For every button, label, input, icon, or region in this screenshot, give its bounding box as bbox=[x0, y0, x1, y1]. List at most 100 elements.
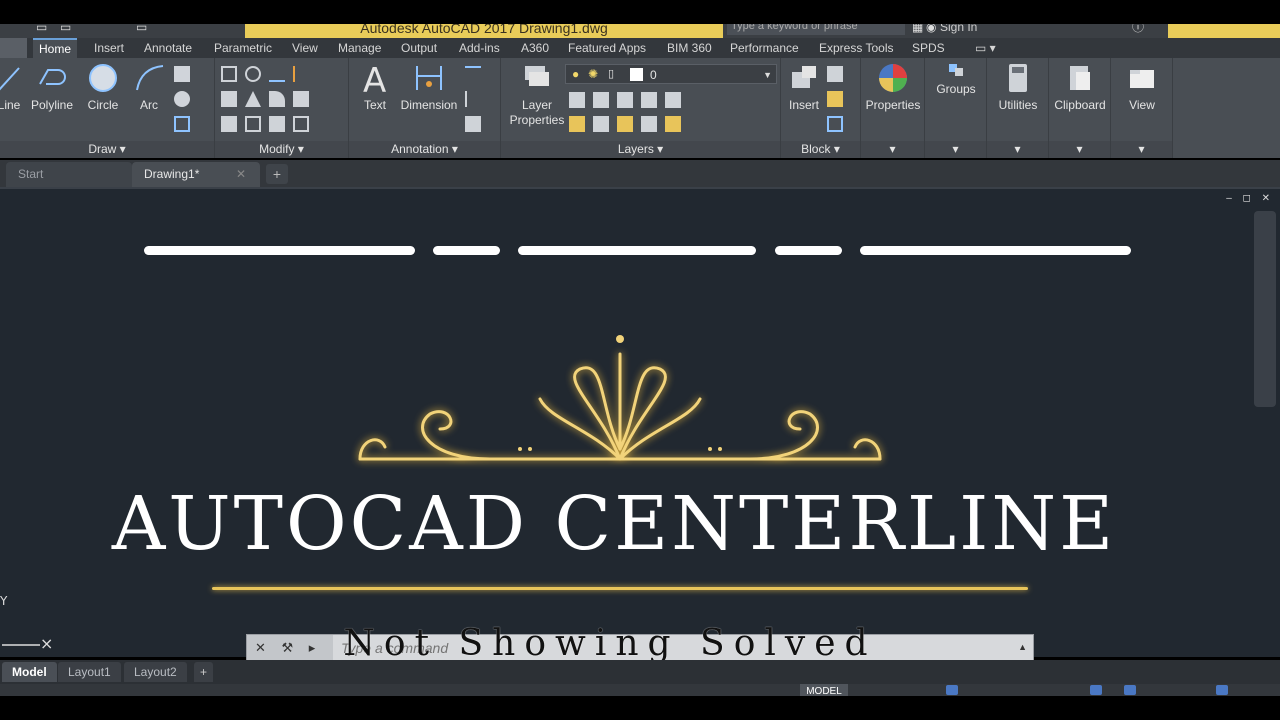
tab-layout1[interactable]: Layout1 bbox=[58, 662, 121, 682]
tab-parametric[interactable]: Parametric bbox=[214, 38, 272, 58]
tab-model[interactable]: Model bbox=[2, 662, 57, 682]
binoculars-icon[interactable]: ▦ bbox=[912, 24, 923, 33]
tab-output[interactable]: Output bbox=[401, 38, 437, 58]
layer-tool-2-icon[interactable] bbox=[593, 92, 609, 108]
drawing-canvas[interactable]: – ◻ ✕ AUTOCAD CENTERLINE Y × bbox=[0, 187, 1280, 657]
arc-button[interactable]: Arc bbox=[130, 62, 168, 113]
workspace-icon[interactable] bbox=[1124, 685, 1136, 695]
stretch-icon[interactable] bbox=[221, 116, 237, 132]
groups-button[interactable]: Groups bbox=[925, 62, 987, 97]
layers-panel-footer[interactable]: Layers ▾ bbox=[501, 141, 780, 158]
tab-a360[interactable]: A360 bbox=[521, 38, 549, 58]
layer-tool-1-icon[interactable] bbox=[569, 92, 585, 108]
tab-manage[interactable]: Manage bbox=[338, 38, 381, 58]
rectangle-icon[interactable] bbox=[174, 66, 190, 82]
copy-icon[interactable] bbox=[221, 91, 237, 107]
array-icon[interactable] bbox=[269, 116, 285, 132]
leader-icon[interactable] bbox=[465, 91, 481, 107]
block-panel-footer[interactable]: Block ▾ bbox=[781, 141, 860, 158]
offset-icon[interactable] bbox=[293, 116, 309, 132]
tab-view[interactable]: View bbox=[292, 38, 318, 58]
groups-label: Groups bbox=[936, 82, 976, 96]
quick-access-open-icon[interactable]: ▭ bbox=[60, 24, 71, 33]
explode-icon[interactable] bbox=[293, 91, 309, 107]
clipboard-button[interactable]: Clipboard bbox=[1049, 62, 1111, 113]
rotate-icon[interactable] bbox=[245, 66, 261, 82]
sign-in-link[interactable]: Sign In bbox=[940, 24, 977, 33]
dimension-button[interactable]: Dimension bbox=[399, 62, 459, 113]
tab-express-tools[interactable]: Express Tools bbox=[819, 38, 893, 58]
quick-access-save-icon[interactable]: ▭ bbox=[136, 24, 147, 33]
view-button[interactable]: View bbox=[1111, 62, 1173, 113]
ribbon-minimize-icon[interactable]: ▭ ▾ bbox=[975, 38, 996, 58]
help-icon[interactable]: ⓘ bbox=[1132, 24, 1144, 33]
table-icon[interactable] bbox=[465, 116, 481, 132]
layer-tool-3-icon[interactable] bbox=[617, 92, 633, 108]
scale-icon[interactable] bbox=[245, 116, 261, 132]
snap-icon[interactable] bbox=[946, 685, 958, 695]
tab-layout2[interactable]: Layout2 bbox=[124, 662, 187, 682]
tab-add-ins[interactable]: Add-ins bbox=[459, 38, 500, 58]
layer-tool-4-icon[interactable] bbox=[641, 92, 657, 108]
mirror-icon[interactable] bbox=[245, 91, 261, 107]
model-space-button[interactable]: MODEL bbox=[800, 684, 848, 696]
tab-start[interactable]: Start bbox=[6, 162, 132, 187]
viewport-controls[interactable]: – ◻ ✕ bbox=[1226, 193, 1274, 204]
layer-tool-10-icon[interactable] bbox=[665, 116, 681, 132]
tab-bim360[interactable]: BIM 360 bbox=[667, 38, 712, 58]
utilities-button[interactable]: Utilities bbox=[987, 62, 1049, 113]
properties-button[interactable]: Properties bbox=[861, 62, 925, 113]
layer-properties-button[interactable]: Layer Properties bbox=[505, 62, 569, 128]
draw-panel: Line Polyline Circle Arc Draw ▾ bbox=[0, 58, 215, 158]
groups-panel-footer[interactable]: ▾ bbox=[925, 141, 986, 158]
tab-featured-apps[interactable]: Featured Apps bbox=[568, 38, 646, 58]
layer-tool-6-icon[interactable] bbox=[569, 116, 585, 132]
annotation-panel-footer[interactable]: Annotation ▾ bbox=[349, 141, 500, 158]
gradient-icon[interactable] bbox=[174, 116, 190, 132]
quick-access-new-icon[interactable]: ▭ bbox=[36, 24, 47, 33]
trim-icon[interactable] bbox=[269, 66, 285, 82]
text-button[interactable]: A Text bbox=[355, 62, 395, 113]
layer-tool-8-icon[interactable] bbox=[617, 116, 633, 132]
isolate-objects-icon[interactable] bbox=[1216, 685, 1228, 695]
ribbon-tab-bar: Home Insert Annotate Parametric View Man… bbox=[0, 38, 1280, 58]
layer-dropdown[interactable]: ● ✺ ▯ 0 ▼ bbox=[565, 64, 777, 84]
new-tab-button[interactable]: + bbox=[266, 164, 288, 184]
tab-annotate[interactable]: Annotate bbox=[144, 38, 192, 58]
move-icon[interactable] bbox=[221, 66, 237, 82]
utilities-panel: Utilities ▾ bbox=[987, 58, 1049, 158]
edit-block-icon[interactable] bbox=[827, 91, 843, 107]
draw-panel-footer[interactable]: Draw ▾ bbox=[0, 141, 214, 158]
extend-icon[interactable] bbox=[293, 66, 309, 82]
tab-home[interactable]: Home bbox=[33, 38, 78, 58]
properties-panel-footer[interactable]: ▾ bbox=[861, 141, 924, 158]
application-menu-button[interactable] bbox=[0, 38, 27, 58]
insert-button[interactable]: Insert bbox=[783, 62, 825, 113]
clipboard-panel-footer[interactable]: ▾ bbox=[1049, 141, 1110, 158]
hatch-icon[interactable] bbox=[174, 91, 190, 107]
tab-spds[interactable]: SPDS bbox=[912, 38, 945, 58]
modify-panel-footer[interactable]: Modify ▾ bbox=[215, 141, 348, 158]
polyline-button[interactable]: Polyline bbox=[28, 62, 76, 113]
utilities-panel-footer[interactable]: ▾ bbox=[987, 141, 1048, 158]
layer-tool-5-icon[interactable] bbox=[665, 92, 681, 108]
annotation-scale-icon[interactable] bbox=[1090, 685, 1102, 695]
user-icon: ◉ bbox=[926, 24, 937, 34]
svg-text:A: A bbox=[363, 62, 386, 94]
search-input[interactable]: Type a keyword or phrase bbox=[727, 24, 905, 35]
create-block-icon[interactable] bbox=[827, 66, 843, 82]
tab-insert[interactable]: Insert bbox=[94, 38, 124, 58]
circle-button[interactable]: Circle bbox=[84, 62, 122, 113]
add-layout-button[interactable]: + bbox=[194, 662, 214, 682]
linear-dim-icon[interactable] bbox=[465, 66, 481, 82]
tab-performance[interactable]: Performance bbox=[730, 38, 799, 58]
text-label: Text bbox=[363, 98, 386, 112]
fillet-icon[interactable] bbox=[269, 91, 285, 107]
navigation-bar[interactable] bbox=[1254, 211, 1276, 407]
attribute-icon[interactable] bbox=[827, 116, 843, 132]
layer-tool-7-icon[interactable] bbox=[593, 116, 609, 132]
view-panel-footer[interactable]: ▾ bbox=[1111, 141, 1172, 158]
layer-tool-9-icon[interactable] bbox=[641, 116, 657, 132]
line-button[interactable]: Line bbox=[0, 62, 26, 113]
close-tab-icon[interactable]: ✕ bbox=[236, 162, 246, 187]
